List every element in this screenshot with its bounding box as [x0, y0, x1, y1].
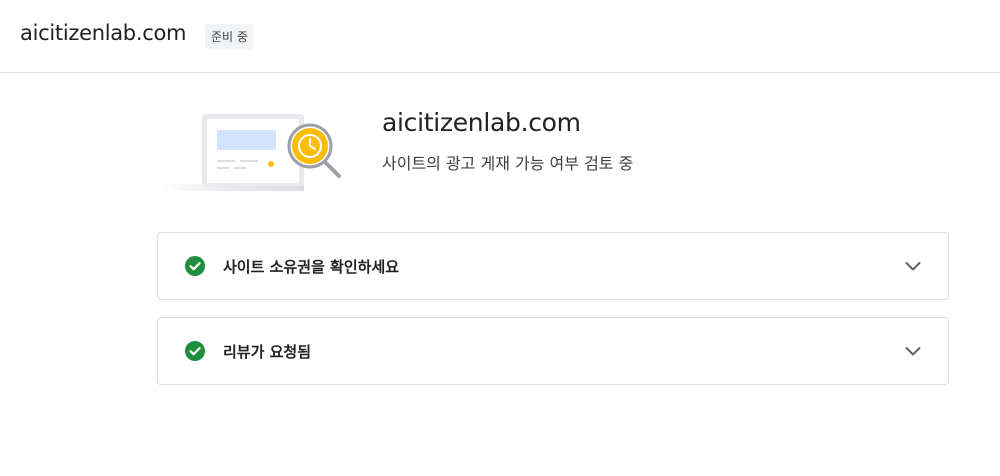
- check-circle-icon: [184, 255, 206, 277]
- step-review-requested[interactable]: 리뷰가 요청됨: [157, 317, 949, 385]
- site-review-illustration: [158, 106, 344, 200]
- site-name[interactable]: aicitizenlab.com: [20, 21, 186, 45]
- chevron-down-icon[interactable]: [904, 342, 922, 360]
- chevron-down-icon[interactable]: [904, 257, 922, 275]
- status-badge: 준비 중: [205, 24, 254, 49]
- hero-subtitle: 사이트의 광고 게재 가능 여부 검토 중: [382, 154, 634, 173]
- step-label: 사이트 소유권을 확인하세요: [223, 258, 400, 276]
- step-label: 리뷰가 요청됨: [223, 343, 312, 361]
- hero-title: aicitizenlab.com: [382, 108, 581, 137]
- top-bar: aicitizenlab.com 준비 중: [0, 0, 1000, 73]
- check-circle-icon: [184, 340, 206, 362]
- step-verify-ownership[interactable]: 사이트 소유권을 확인하세요: [157, 232, 949, 300]
